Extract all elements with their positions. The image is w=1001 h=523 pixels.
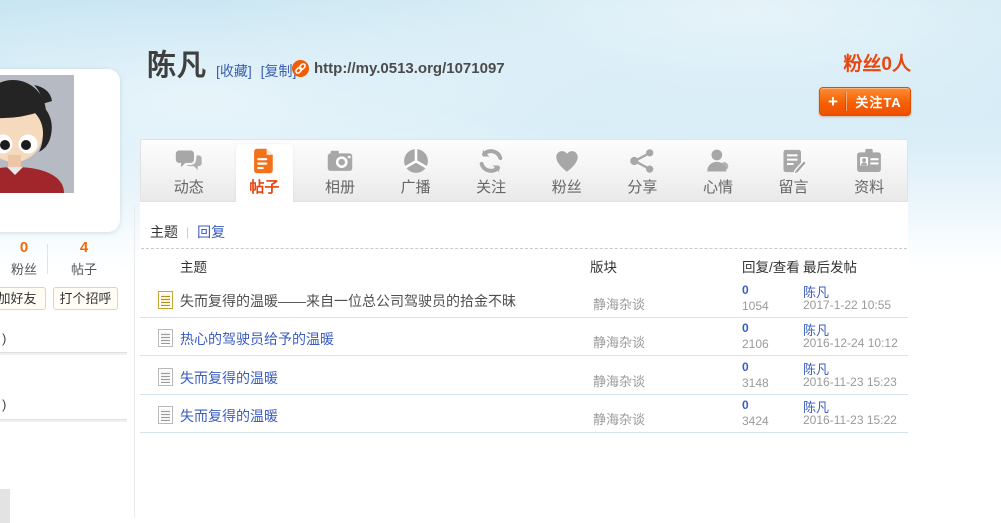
comments-icon bbox=[174, 147, 204, 175]
profile-tabbar: 动态 帖子 相册 广播 关注 粉丝 分享 心情 留言 资料 bbox=[140, 139, 908, 202]
tab-label: 心情 bbox=[703, 176, 733, 197]
board-link[interactable]: 静海杂谈 bbox=[593, 371, 645, 390]
add-friend-button[interactable]: 加好友 bbox=[0, 287, 46, 310]
tab-feed[interactable]: 动态 bbox=[151, 140, 227, 201]
avatar-card bbox=[0, 69, 120, 232]
tab-label: 关注 bbox=[476, 176, 506, 197]
fans-count-text: 粉丝0人 bbox=[810, 49, 911, 76]
last-post-time: 2017-1-22 10:55 bbox=[803, 298, 891, 312]
profile-name: 陈凡 bbox=[147, 42, 207, 84]
subnav-divider: | bbox=[186, 225, 189, 239]
fans-label: 粉丝 bbox=[0, 259, 48, 278]
reply-count-link[interactable]: 0 bbox=[742, 321, 749, 335]
view-count: 3424 bbox=[742, 414, 769, 428]
tab-label: 相册 bbox=[325, 176, 355, 197]
header-links: [收藏] [复制] bbox=[216, 61, 301, 81]
last-post-time: 2016-11-23 15:22 bbox=[803, 413, 897, 427]
tab-label: 资料 bbox=[854, 176, 884, 197]
tab-posts[interactable]: 帖子 bbox=[227, 140, 303, 201]
broadcast-icon bbox=[401, 147, 431, 175]
column-header-topic: 主题 bbox=[180, 256, 207, 276]
sidebar-right-border bbox=[134, 204, 135, 518]
camera-icon bbox=[325, 147, 355, 175]
share-icon bbox=[627, 147, 657, 175]
profile-page: 0 粉丝 4 帖子 加好友 打个招呼 ) ) 陈凡 [收藏] [复制] http… bbox=[0, 0, 1001, 523]
reply-count-link[interactable]: 0 bbox=[742, 360, 749, 374]
chain-link-icon bbox=[292, 60, 309, 77]
sidebar-truncated-line: ) bbox=[2, 331, 6, 346]
board-link[interactable]: 静海杂谈 bbox=[593, 294, 645, 313]
tab-label: 分享 bbox=[627, 176, 657, 197]
gray-doc-icon bbox=[158, 406, 173, 424]
subnav: 主题 | 回复 bbox=[150, 222, 225, 242]
tab-label: 留言 bbox=[779, 176, 809, 197]
refresh-icon bbox=[476, 147, 506, 175]
column-header-board: 版块 bbox=[590, 256, 617, 276]
gold-doc-icon bbox=[158, 291, 173, 309]
dashed-separator bbox=[141, 248, 907, 249]
view-count: 3148 bbox=[742, 376, 769, 390]
post-title-link[interactable]: 失而复得的温暖——来自一位总公司驾驶员的拾金不昧 bbox=[180, 291, 516, 311]
stat-posts[interactable]: 4 帖子 bbox=[48, 240, 120, 278]
profile-url: http://my.0513.org/1071097 bbox=[314, 60, 505, 77]
sidebar-footer-block bbox=[0, 489, 10, 523]
column-header-lastpost: 最后发帖 bbox=[803, 256, 857, 276]
tab-messages[interactable]: 留言 bbox=[756, 140, 832, 201]
sidebar-divider bbox=[0, 419, 127, 422]
table-row: 失而复得的温暖 静海杂谈 0 3424 陈凡 2016-11-23 15:22 bbox=[140, 394, 908, 433]
tab-label: 粉丝 bbox=[552, 176, 582, 197]
tab-mood[interactable]: 心情 bbox=[680, 140, 756, 201]
tab-following[interactable]: 关注 bbox=[453, 140, 529, 201]
fans-count: 0 bbox=[0, 240, 48, 256]
tab-albums[interactable]: 相册 bbox=[302, 140, 378, 201]
last-post-time: 2016-11-23 15:23 bbox=[803, 375, 897, 389]
subnav-reply-link[interactable]: 回复 bbox=[197, 222, 225, 242]
idcard-icon bbox=[854, 147, 884, 175]
stats-divider bbox=[47, 244, 48, 274]
plus-icon: + bbox=[820, 88, 846, 115]
tab-shares[interactable]: 分享 bbox=[605, 140, 681, 201]
table-row: 热心的驾驶员给予的温暖 静海杂谈 0 2106 陈凡 2016-12-24 10… bbox=[140, 317, 908, 356]
posts-count: 4 bbox=[48, 240, 120, 256]
reply-count-link[interactable]: 0 bbox=[742, 283, 749, 297]
tab-fans[interactable]: 粉丝 bbox=[529, 140, 605, 201]
sidebar-divider bbox=[0, 352, 127, 355]
gray-doc-icon bbox=[158, 329, 173, 347]
mood-icon bbox=[703, 147, 733, 175]
post-icon bbox=[249, 147, 279, 175]
sidebar-stats: 0 粉丝 4 帖子 bbox=[0, 240, 134, 278]
post-title-link[interactable]: 热心的驾驶员给予的温暖 bbox=[180, 329, 334, 349]
post-title-link[interactable]: 失而复得的温暖 bbox=[180, 406, 278, 426]
say-hello-button[interactable]: 打个招呼 bbox=[53, 287, 118, 310]
view-count: 2106 bbox=[742, 337, 769, 351]
column-header-replies: 回复/查看 bbox=[742, 256, 800, 276]
tab-broadcast[interactable]: 广播 bbox=[378, 140, 454, 201]
stat-fans[interactable]: 0 粉丝 bbox=[0, 240, 48, 278]
follow-button[interactable]: + 关注TA bbox=[819, 87, 911, 116]
reply-count-link[interactable]: 0 bbox=[742, 398, 749, 412]
heart-icon bbox=[552, 147, 582, 175]
sidebar-truncated-line: ) bbox=[2, 397, 6, 412]
tab-label: 帖子 bbox=[249, 176, 279, 197]
table-row: 失而复得的温暖——来自一位总公司驾驶员的拾金不昧 静海杂谈 0 1054 陈凡 … bbox=[140, 279, 908, 318]
view-count: 1054 bbox=[742, 299, 769, 313]
tab-profile[interactable]: 资料 bbox=[831, 140, 907, 201]
message-icon bbox=[779, 147, 809, 175]
subnav-topic[interactable]: 主题 bbox=[150, 222, 178, 242]
follow-button-label: 关注TA bbox=[847, 92, 910, 111]
last-post-time: 2016-12-24 10:12 bbox=[803, 336, 898, 350]
avatar[interactable] bbox=[0, 75, 74, 193]
posts-label: 帖子 bbox=[48, 259, 120, 278]
board-link[interactable]: 静海杂谈 bbox=[593, 332, 645, 351]
bookmark-link[interactable]: [收藏] bbox=[216, 63, 252, 79]
tab-label: 广播 bbox=[401, 176, 431, 197]
board-link[interactable]: 静海杂谈 bbox=[593, 409, 645, 428]
avatar-cartoon-boy bbox=[0, 75, 74, 193]
tab-label: 动态 bbox=[174, 176, 204, 197]
table-row: 失而复得的温暖 静海杂谈 0 3148 陈凡 2016-11-23 15:23 bbox=[140, 356, 908, 395]
gray-doc-icon bbox=[158, 368, 173, 386]
post-title-link[interactable]: 失而复得的温暖 bbox=[180, 368, 278, 388]
